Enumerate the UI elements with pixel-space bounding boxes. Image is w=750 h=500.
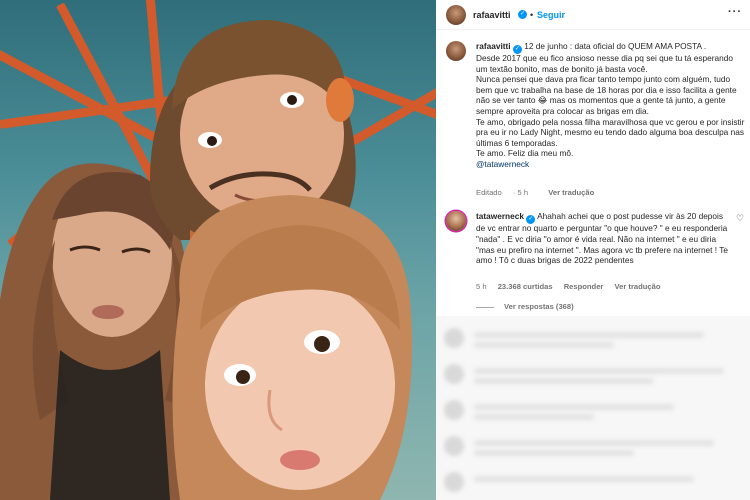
separator-dot: •: [530, 10, 534, 20]
view-replies-button[interactable]: Ver respostas (368): [476, 302, 574, 311]
comment-time: 5 h: [476, 282, 487, 291]
list-item: [444, 328, 742, 354]
comment-avatar[interactable]: [446, 211, 466, 231]
reply-button[interactable]: Responder: [564, 282, 604, 291]
see-translation-link[interactable]: Ver tradução: [615, 282, 661, 291]
comment-likes[interactable]: 23.368 curtidas: [498, 282, 553, 291]
caption-line: Te amo. Feliz dia meu mô.: [476, 148, 574, 159]
blurred-comments: [436, 316, 750, 500]
list-item: [444, 436, 742, 462]
mention-link[interactable]: @tatawerneck: [476, 159, 529, 169]
caption-meta: Editado · 5 h Ver tradução: [476, 188, 603, 197]
caption-line: Nunca pensei que dava pra ficar tanto te…: [476, 74, 737, 116]
list-item: [444, 364, 742, 390]
comment-item: tatawerneck ✓ Ahahah achei que o post pu…: [476, 211, 734, 266]
comment-meta: 5 h 23.368 curtidas Responder Ver traduç…: [476, 282, 670, 291]
caption-username[interactable]: rafaavitti: [476, 41, 511, 51]
avatar[interactable]: [446, 5, 466, 25]
verified-badge-icon: ✓: [518, 10, 527, 19]
post-caption: rafaavitti ✓ 12 de junho : data oficial …: [476, 41, 746, 170]
caption-line: Te amo, obrigado pela nossa filha maravi…: [476, 116, 745, 148]
list-item: [444, 400, 742, 426]
replies-divider: [476, 306, 494, 308]
caption-line: Desde 2017 que eu fico ansioso nesse dia…: [476, 53, 733, 74]
post-photo[interactable]: [0, 0, 436, 500]
post-author-username[interactable]: rafaavitti: [473, 10, 511, 20]
verified-badge-icon: ✓: [512, 45, 522, 54]
post-side-panel: rafaavitti ✓ • Seguir ··· rafaavitti ✓ 1…: [436, 0, 750, 500]
heart-outline-icon[interactable]: ♡: [736, 214, 745, 223]
family-selfie-illustration: [0, 20, 412, 500]
comment-username[interactable]: tatawerneck: [476, 211, 524, 221]
follow-button[interactable]: Seguir: [537, 10, 565, 20]
post-header: rafaavitti ✓ • Seguir ···: [436, 0, 750, 30]
see-translation-link[interactable]: Ver tradução: [548, 188, 594, 197]
list-item: [444, 472, 742, 498]
caption-avatar[interactable]: [446, 41, 466, 61]
more-horizontal-icon[interactable]: ···: [728, 6, 742, 18]
edited-label: Editado · 5 h: [476, 188, 529, 197]
caption-line: 12 de junho : data oficial do QUEM AMA P…: [524, 41, 707, 51]
